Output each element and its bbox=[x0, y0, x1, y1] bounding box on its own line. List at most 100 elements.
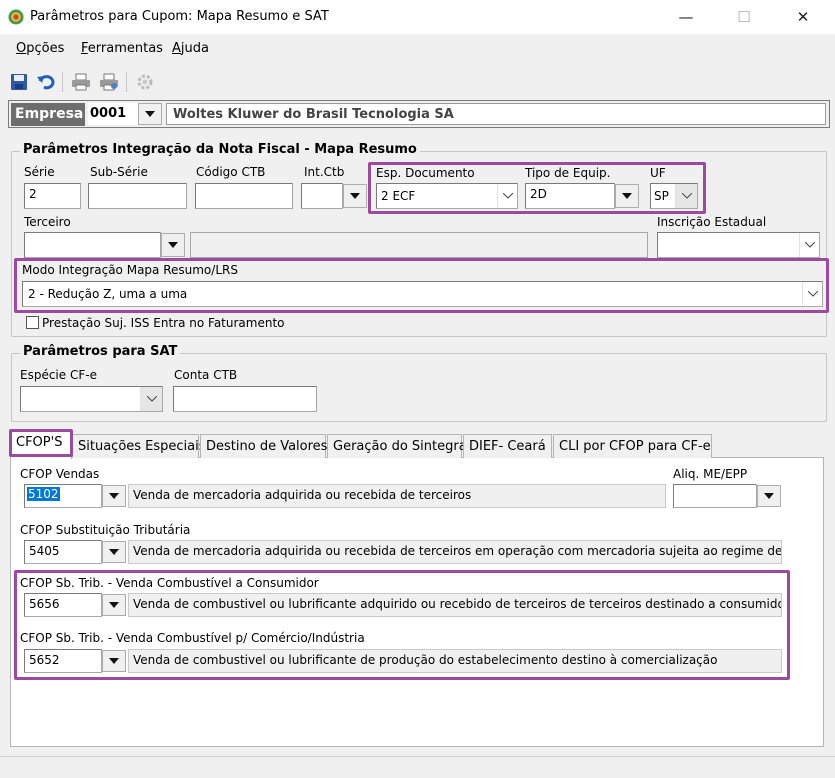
minimize-button[interactable]: — bbox=[663, 0, 709, 34]
toolbar-separator bbox=[62, 72, 63, 92]
status-bar bbox=[0, 756, 835, 778]
dropdown-arrow-icon bbox=[764, 493, 774, 499]
empresa-label: Empresa bbox=[11, 103, 85, 126]
codigo-ctb-label: Código CTB bbox=[196, 165, 266, 179]
dropdown-arrow-icon bbox=[109, 493, 119, 499]
inscricao-estadual-select[interactable] bbox=[657, 232, 820, 258]
print-setup-icon bbox=[100, 73, 118, 91]
settings-button[interactable] bbox=[134, 71, 156, 93]
int-ctb-dropdown-button[interactable] bbox=[343, 184, 367, 208]
menu-ferramentas-mnemonic: F bbox=[81, 41, 88, 56]
print-icon bbox=[72, 73, 90, 91]
tab-dief-ceara[interactable]: DIEF- Ceará bbox=[463, 434, 552, 458]
terceiro-input[interactable] bbox=[24, 232, 161, 258]
chevron-down-icon bbox=[675, 184, 697, 208]
especie-cfe-select[interactable] bbox=[20, 386, 163, 412]
modo-integracao-select[interactable]: 2 - Redução Z, uma a uma bbox=[22, 281, 823, 307]
chevron-down-icon bbox=[802, 282, 822, 306]
cfop-vendas-label: CFOP Vendas bbox=[20, 467, 100, 481]
print-button[interactable] bbox=[70, 71, 92, 93]
tab-destino-valores[interactable]: Destino de Valores bbox=[200, 434, 327, 458]
menu-opcoes[interactable]: Opções bbox=[16, 41, 64, 56]
empresa-dropdown-button[interactable] bbox=[138, 103, 162, 125]
dropdown-arrow-icon bbox=[109, 549, 119, 555]
menu-ferramentas[interactable]: Ferramentas bbox=[81, 41, 163, 56]
empresa-name-field: Woltes Kluwer do Brasil Tecnologia SA bbox=[166, 103, 826, 125]
cfop-comb-comercio-description: Venda de combustivel ou lubrificante de … bbox=[128, 649, 782, 673]
undo-icon bbox=[37, 75, 55, 90]
nf-group-title: Parâmetros Integração da Nota Fiscal - M… bbox=[20, 142, 420, 157]
dropdown-arrow-icon bbox=[109, 658, 119, 664]
terceiro-label: Terceiro bbox=[24, 215, 71, 229]
aliq-me-epp-input[interactable] bbox=[673, 484, 757, 508]
tab-geracao-sintegra[interactable]: Geração do Sintegra bbox=[327, 434, 467, 458]
cfop-subst-label: CFOP Substituição Tributária bbox=[20, 523, 191, 537]
save-button[interactable] bbox=[8, 71, 30, 93]
tab-cli-cfop-cfe[interactable]: CLI por CFOP para CF-e bbox=[553, 434, 712, 458]
cfop-subst-dropdown-button[interactable] bbox=[102, 541, 126, 563]
esp-documento-label: Esp. Documento bbox=[376, 166, 475, 180]
maximize-button[interactable]: ☐ bbox=[721, 0, 767, 34]
prestacao-iss-checkbox[interactable] bbox=[26, 316, 39, 329]
cfop-vendas-code: 5102 bbox=[27, 487, 60, 501]
maximize-icon: ☐ bbox=[737, 8, 751, 26]
subserie-input[interactable] bbox=[88, 183, 187, 209]
highlight-box bbox=[9, 429, 73, 457]
serie-label: Série bbox=[24, 165, 55, 179]
tipo-equip-input[interactable]: 2D bbox=[525, 183, 615, 209]
tipo-equip-label: Tipo de Equip. bbox=[525, 166, 611, 180]
dropdown-arrow-icon bbox=[109, 602, 119, 608]
uf-select[interactable]: SP bbox=[650, 183, 698, 209]
chevron-down-icon bbox=[799, 233, 819, 257]
inscricao-estadual-label: Inscrição Estadual bbox=[657, 215, 767, 229]
cfop-comb-comercio-label: CFOP Sb. Trib. - Venda Combustível p/ Co… bbox=[20, 631, 365, 645]
aliq-me-epp-dropdown-button[interactable] bbox=[757, 485, 781, 507]
conta-ctb-input[interactable] bbox=[173, 386, 317, 412]
settings-icon bbox=[137, 74, 153, 90]
cfop-vendas-input[interactable]: 5102 bbox=[24, 484, 102, 508]
cfop-vendas-description: Venda de mercadoria adquirida ou recebid… bbox=[128, 484, 666, 508]
uf-value: SP bbox=[654, 189, 669, 203]
toolbar-separator bbox=[126, 72, 127, 92]
chevron-down-icon bbox=[140, 387, 162, 411]
cfop-subst-description: Venda de mercadoria adquirida ou recebid… bbox=[128, 540, 782, 564]
menu-ajuda-label: juda bbox=[180, 41, 209, 56]
tipo-equip-dropdown-button[interactable] bbox=[615, 184, 639, 208]
especie-cfe-label: Espécie CF-e bbox=[20, 368, 97, 382]
conta-ctb-label: Conta CTB bbox=[174, 368, 238, 382]
terceiro-dropdown-button[interactable] bbox=[161, 233, 185, 257]
cfop-comb-consumidor-label: CFOP Sb. Trib. - Venda Combustível a Con… bbox=[20, 576, 319, 590]
cfop-comb-consumidor-dropdown-button[interactable] bbox=[102, 594, 126, 616]
cfop-comb-consumidor-description: Venda de combustivel ou lubrificante adq… bbox=[128, 593, 782, 617]
chevron-down-icon bbox=[497, 184, 517, 208]
cfop-vendas-dropdown-button[interactable] bbox=[102, 485, 126, 507]
dropdown-arrow-icon bbox=[622, 193, 632, 199]
cfop-subst-input[interactable]: 5405 bbox=[24, 540, 102, 564]
modo-integracao-label: Modo Integração Mapa Resumo/LRS bbox=[22, 263, 238, 277]
app-icon bbox=[8, 9, 24, 25]
int-ctb-input[interactable] bbox=[301, 183, 343, 209]
window-title: Parâmetros para Cupom: Mapa Resumo e SAT bbox=[30, 9, 329, 24]
cfop-comb-comercio-input[interactable]: 5652 bbox=[24, 649, 102, 673]
dropdown-arrow-icon bbox=[350, 193, 360, 199]
close-icon: ✕ bbox=[796, 8, 810, 26]
print-setup-button[interactable] bbox=[98, 71, 120, 93]
cfop-comb-consumidor-input[interactable]: 5656 bbox=[24, 593, 102, 617]
esp-documento-select[interactable]: 2 ECF bbox=[376, 183, 518, 209]
empresa-code-field[interactable]: 0001 bbox=[88, 103, 138, 125]
modo-integracao-value: 2 - Redução Z, uma a uma bbox=[28, 287, 188, 301]
undo-button[interactable] bbox=[35, 71, 57, 93]
menu-ferramentas-label: erramentas bbox=[87, 41, 163, 56]
menu-ajuda[interactable]: Ajuda bbox=[172, 41, 209, 56]
close-button[interactable]: ✕ bbox=[780, 0, 826, 34]
tab-situacoes-especiais[interactable]: Situações Especiais bbox=[72, 434, 206, 458]
esp-documento-value: 2 ECF bbox=[381, 189, 416, 203]
serie-input[interactable]: 2 bbox=[24, 183, 81, 209]
uf-label: UF bbox=[650, 166, 666, 180]
dropdown-arrow-icon bbox=[145, 111, 155, 117]
cfop-comb-comercio-dropdown-button[interactable] bbox=[102, 650, 126, 672]
codigo-ctb-input[interactable] bbox=[195, 183, 293, 209]
aliq-me-epp-label: Aliq. ME/EPP bbox=[673, 467, 748, 481]
dropdown-arrow-icon bbox=[168, 242, 178, 248]
subserie-label: Sub-Série bbox=[90, 165, 148, 179]
